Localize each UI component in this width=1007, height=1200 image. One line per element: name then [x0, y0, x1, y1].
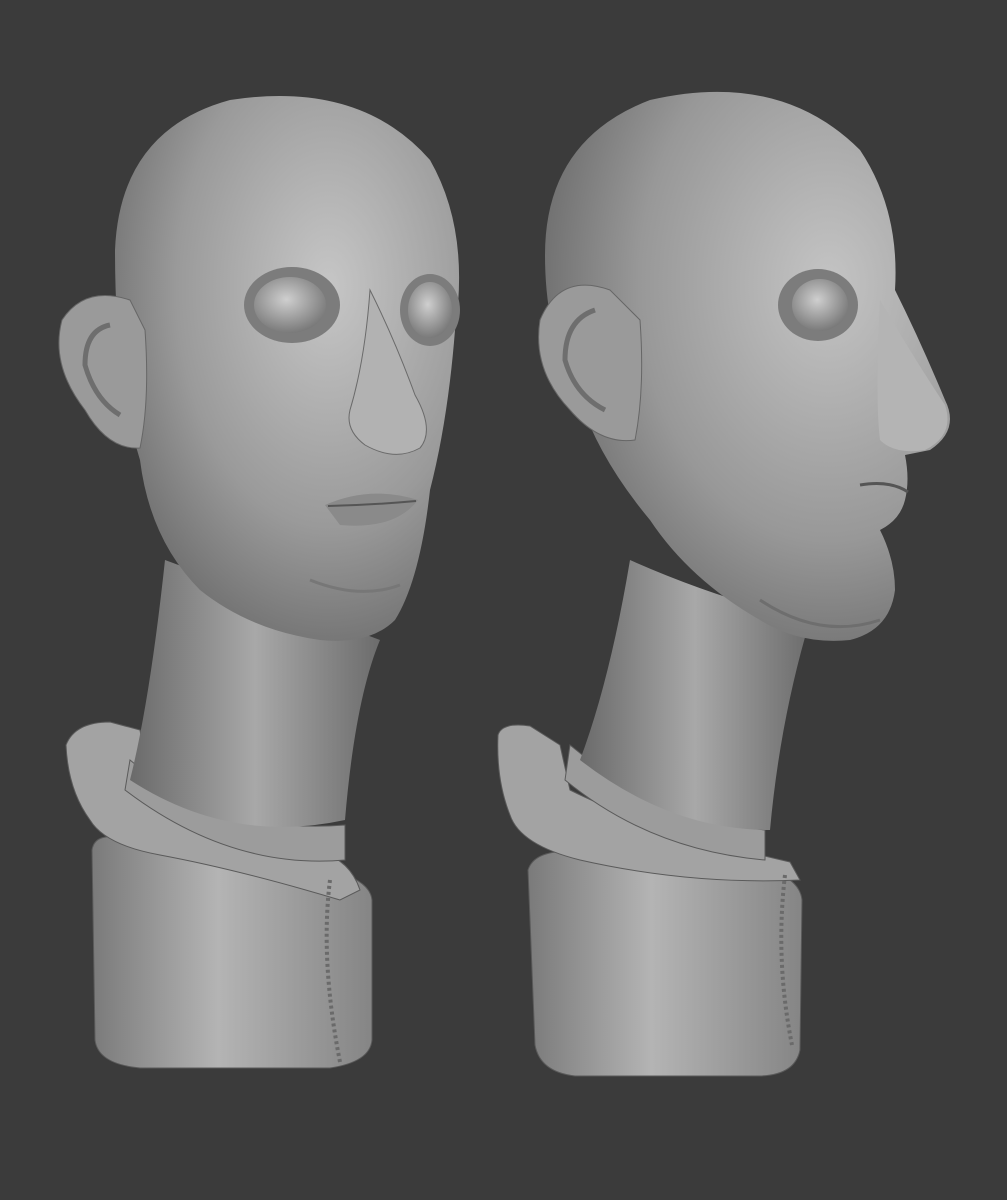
- three-quarter-view-bust: [58, 96, 460, 1069]
- profile-view-bust: [497, 91, 950, 1077]
- head-left: [115, 96, 460, 641]
- ear-right-bust: [538, 284, 643, 442]
- eye-left-1: [254, 277, 326, 333]
- sculpt-render: [58, 91, 950, 1077]
- nose-right: [877, 300, 948, 452]
- eye-right-1: [792, 279, 848, 331]
- jacket-right: [527, 850, 803, 1077]
- ear-left-bust: [58, 295, 148, 449]
- eye-left-2: [408, 282, 452, 338]
